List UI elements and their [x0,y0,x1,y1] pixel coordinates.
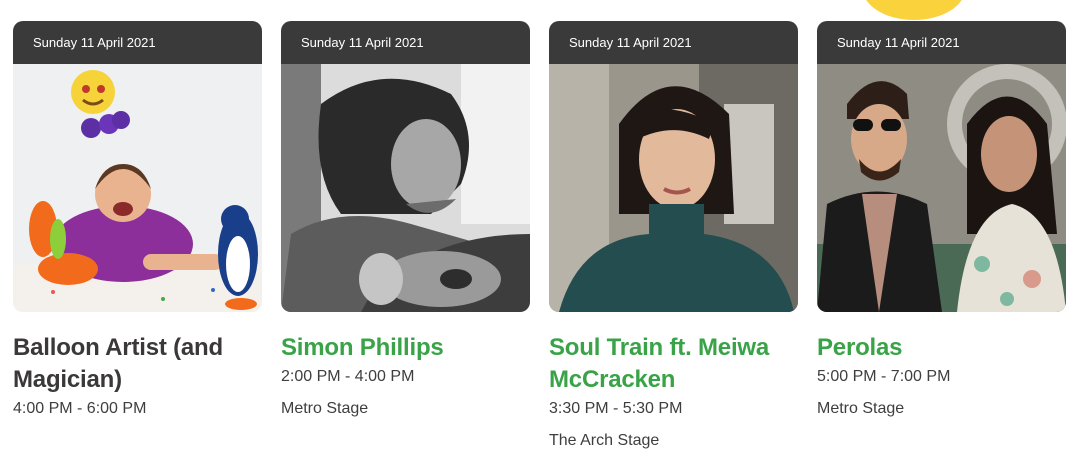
event-title[interactable]: Simon Phillips [281,332,530,364]
event-card-balloon-artist[interactable]: Sunday 11 April 2021 Balloon Artist (and… [13,21,262,452]
event-title[interactable]: Soul Train ft. Meiwa McCracken [549,332,798,396]
event-title[interactable]: Balloon Artist (and Magician) [13,332,262,396]
event-stage: The Arch Stage [549,432,660,449]
event-time: 4:00 PM - 6:00 PM [13,400,147,417]
event-time: 2:00 PM - 4:00 PM [281,368,415,385]
event-date: Sunday 11 April 2021 [13,21,262,64]
event-date: Sunday 11 April 2021 [281,21,530,64]
soul-train-image [549,64,798,312]
event-date: Sunday 11 April 2021 [817,21,1066,64]
balloon-artist-image [13,64,262,312]
event-stage: Metro Stage [817,400,905,417]
event-photo-soul-train[interactable] [549,64,798,312]
event-time: 5:00 PM - 7:00 PM [817,368,951,385]
event-card-soul-train[interactable]: Sunday 11 April 2021 Soul Train ft. Meiw… [549,21,798,452]
event-photo-perolas[interactable] [817,64,1066,312]
event-card-simon-phillips[interactable]: Sunday 11 April 2021 Simon Phillips 2:00… [281,21,530,452]
perolas-image [817,64,1066,312]
event-stage: Metro Stage [281,400,369,417]
event-date: Sunday 11 April 2021 [549,21,798,64]
event-photo-balloon-artist[interactable] [13,64,262,312]
simon-phillips-image [281,64,530,312]
event-time: 3:30 PM - 5:30 PM [549,400,683,417]
event-card-perolas[interactable]: Sunday 11 April 2021 Perolas 5:00 PM - 7… [817,21,1066,452]
event-photo-simon-phillips[interactable] [281,64,530,312]
decorative-sun-shape [862,0,966,20]
event-title[interactable]: Perolas [817,332,1066,364]
event-card-grid: Sunday 11 April 2021 Balloon Artist (and… [13,21,1066,452]
